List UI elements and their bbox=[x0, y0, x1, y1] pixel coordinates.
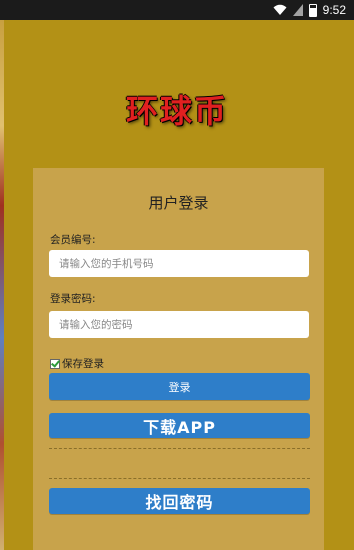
login-panel: 用户登录 会员编号: 请输入您的手机号码 登录密码: 请输入您的密码 保存登录 … bbox=[33, 168, 324, 550]
remember-label: 保存登录 bbox=[62, 358, 104, 370]
remember-login[interactable]: 保存登录 bbox=[50, 356, 104, 371]
app-title: 环球币 bbox=[125, 92, 228, 130]
login-button[interactable]: 登录 bbox=[49, 373, 310, 400]
remember-checkbox[interactable] bbox=[50, 358, 60, 369]
divider bbox=[49, 448, 310, 449]
panel-title: 用户登录 bbox=[148, 194, 209, 212]
recover-password-button[interactable]: 找回密码 bbox=[49, 488, 310, 514]
password-placeholder: 请输入您的密码 bbox=[59, 319, 133, 331]
member-id-input[interactable]: 请输入您的手机号码 bbox=[49, 250, 309, 277]
member-id-placeholder: 请输入您的手机号码 bbox=[59, 258, 154, 270]
battery-icon bbox=[308, 3, 317, 17]
download-app-button[interactable]: 下载APP bbox=[49, 413, 310, 438]
status-time: 9:52 bbox=[322, 3, 346, 17]
password-label: 登录密码: bbox=[50, 293, 96, 305]
wifi-icon bbox=[273, 4, 287, 15]
signal-icon bbox=[292, 4, 303, 16]
divider bbox=[49, 478, 310, 479]
password-input[interactable]: 请输入您的密码 bbox=[49, 311, 309, 338]
status-bar: 9:52 bbox=[0, 0, 354, 20]
member-id-label: 会员编号: bbox=[50, 234, 96, 246]
